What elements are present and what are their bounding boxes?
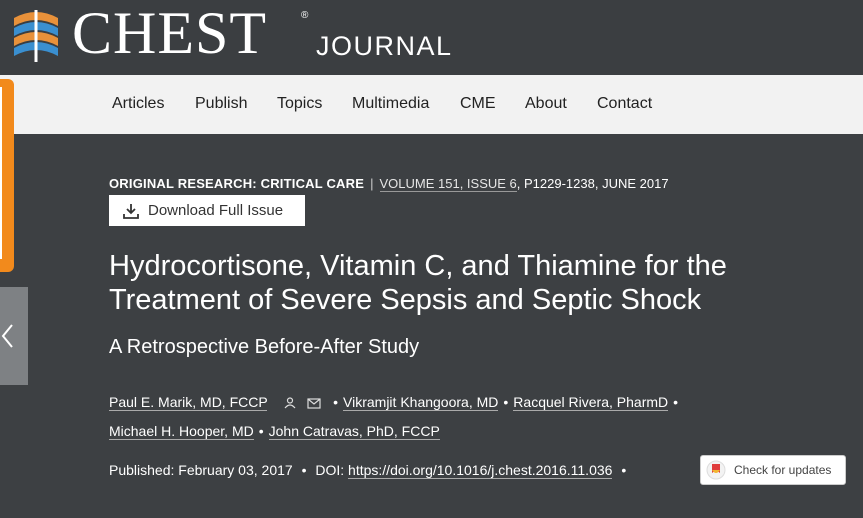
nav-about[interactable]: About bbox=[525, 95, 567, 113]
meta-separator: | bbox=[370, 176, 374, 191]
logo-subtitle[interactable]: JOURNAL bbox=[316, 31, 453, 62]
author-link[interactable]: Racquel Rivera, PharmD bbox=[513, 394, 669, 411]
author-link[interactable]: Michael H. Hooper, MD bbox=[109, 423, 254, 440]
logo-registered-mark: ® bbox=[301, 10, 309, 21]
author-separator: • bbox=[503, 394, 509, 410]
article-title: Hydrocortisone, Vitamin C, and Thiamine … bbox=[109, 250, 727, 316]
nav-cme[interactable]: CME bbox=[460, 95, 496, 113]
chevron-left-icon bbox=[1, 324, 13, 348]
doi-label: DOI: bbox=[315, 462, 345, 478]
article-subtitle: A Retrospective Before-After Study bbox=[109, 336, 420, 358]
author-link[interactable]: Vikramjit Khangoora, MD bbox=[343, 394, 499, 411]
chest-logo-icon[interactable] bbox=[10, 6, 62, 66]
nav-articles[interactable]: Articles bbox=[112, 95, 164, 113]
info-separator: • bbox=[621, 462, 627, 478]
article-section: ORIGINAL RESEARCH: CRITICAL CARE bbox=[109, 176, 365, 191]
mail-icon[interactable] bbox=[307, 398, 321, 409]
side-panel-content bbox=[0, 87, 2, 259]
check-for-updates-button[interactable]: Check for updates bbox=[700, 455, 846, 485]
crossmark-icon bbox=[706, 460, 726, 480]
pages-date: , P1229-1238, JUNE 2017 bbox=[516, 176, 669, 191]
author-list: Paul E. Marik, MD, FCCP • Vikramjit Khang… bbox=[109, 388, 769, 446]
publication-info: Published: February 03, 2017 • DOI: http… bbox=[109, 462, 631, 479]
download-label: Download Full Issue bbox=[148, 202, 284, 219]
logo-text[interactable]: CHEST bbox=[72, 3, 267, 63]
nav-topics[interactable]: Topics bbox=[277, 95, 322, 113]
doi-link[interactable]: https://doi.org/10.1016/j.chest.2016.11.… bbox=[348, 462, 613, 479]
nav-publish[interactable]: Publish bbox=[195, 95, 247, 113]
article-meta: ORIGINAL RESEARCH: CRITICAL CARE | VOLUME … bbox=[109, 176, 669, 192]
author-link[interactable]: John Catravas, PhD, FCCP bbox=[268, 423, 440, 440]
side-panel[interactable] bbox=[0, 79, 14, 272]
author-separator: • bbox=[333, 394, 339, 410]
check-updates-label: Check for updates bbox=[734, 463, 832, 477]
info-separator: • bbox=[301, 462, 307, 478]
download-full-issue-button[interactable]: Download Full Issue bbox=[109, 195, 305, 226]
author-link[interactable]: Paul E. Marik, MD, FCCP bbox=[109, 394, 268, 411]
site-header: CHEST ® JOURNAL bbox=[0, 0, 863, 75]
author-separator: • bbox=[673, 394, 679, 410]
published-date: Published: February 03, 2017 bbox=[109, 462, 293, 478]
carousel-prev-button[interactable] bbox=[0, 287, 28, 385]
nav-contact[interactable]: Contact bbox=[597, 95, 652, 113]
author-separator: • bbox=[258, 423, 264, 439]
person-icon[interactable] bbox=[283, 397, 297, 409]
nav-multimedia[interactable]: Multimedia bbox=[352, 95, 429, 113]
download-icon bbox=[123, 203, 139, 219]
volume-issue-link[interactable]: VOLUME 151, ISSUE 6 bbox=[379, 176, 517, 192]
main-nav: Articles Publish Topics Multimedia CME A… bbox=[0, 75, 863, 134]
